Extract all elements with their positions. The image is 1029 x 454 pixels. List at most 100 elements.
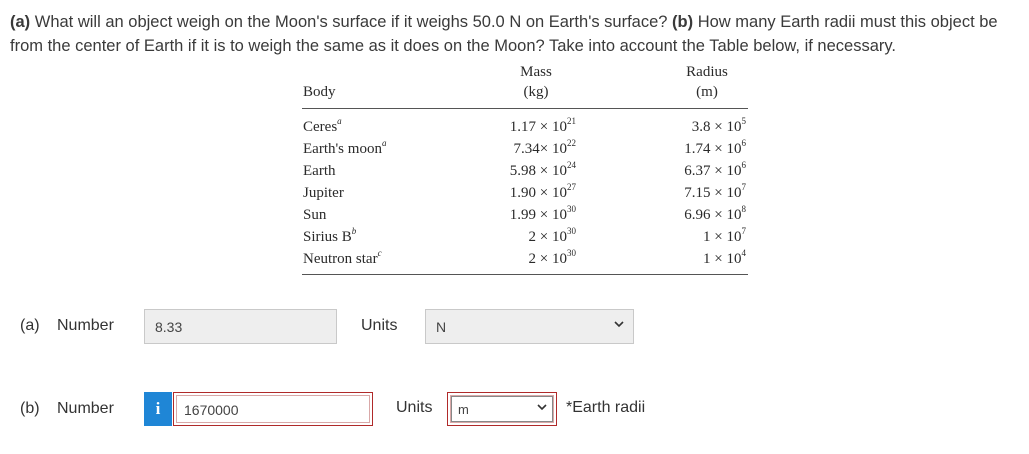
cell-radius-exp: 7: [741, 226, 747, 236]
cell-radius: 1.74 × 106: [648, 139, 746, 159]
part-b-prefix: (b): [672, 13, 694, 31]
cell-body-footnote: b: [351, 226, 357, 236]
table-row: Sirius Bb 2 × 1030 1 × 107: [302, 227, 748, 249]
cell-radius-exp: 5: [741, 116, 747, 126]
part-a-number-input[interactable]: 8.33: [144, 309, 337, 344]
cell-mass-coef: 5.98 × 10: [509, 163, 567, 179]
header-radius-unit: (m): [696, 84, 718, 100]
cell-radius-exp: 8: [741, 204, 747, 214]
cell-body-footnote: a: [381, 138, 387, 148]
cell-radius-coef: 6.37 × 10: [684, 163, 742, 179]
cell-mass-coef: 7.34× 10: [513, 141, 567, 157]
part-a-number-value: 8.33: [155, 319, 183, 335]
cell-body-name: Neutron star: [303, 251, 378, 267]
cell-mass-exp: 24: [567, 160, 576, 170]
table-bottom-rule: [302, 274, 748, 275]
part-a-units-label: Units: [361, 317, 398, 334]
cell-mass-coef: 1.17 × 10: [509, 119, 567, 135]
cell-body: Sirius Bb: [303, 227, 356, 247]
part-a-question: What will an object weigh on the Moon's …: [30, 13, 673, 31]
info-icon[interactable]: i: [144, 392, 172, 426]
cell-radius-exp: 4: [741, 248, 747, 258]
part-b-number-label: Number: [57, 400, 114, 417]
cell-radius: 1 × 107: [648, 227, 746, 247]
part-b-label: (b): [20, 400, 40, 417]
cell-radius: 6.96 × 108: [648, 205, 746, 225]
cell-mass-exp: 30: [567, 226, 576, 236]
cell-body: Earth: [303, 161, 335, 181]
cell-body: Sun: [303, 205, 326, 225]
header-body: Body: [303, 84, 336, 100]
header-radius: Radius (m): [662, 62, 752, 102]
part-b-units-select[interactable]: m: [447, 392, 557, 426]
cell-mass-coef: 2 × 10: [528, 251, 567, 267]
cell-body: Jupiter: [303, 183, 344, 203]
part-a-units-select[interactable]: N: [425, 309, 634, 344]
cell-mass: 2 × 1030: [480, 249, 576, 269]
cell-radius-exp: 6: [741, 160, 747, 170]
header-mass: Mass (kg): [492, 62, 580, 102]
cell-body: Ceresa: [303, 117, 342, 137]
header-radius-title: Radius: [686, 64, 728, 80]
cell-body-footnote: a: [337, 116, 342, 126]
cell-radius-coef: 1 × 10: [703, 251, 742, 267]
cell-body-name: Jupiter: [303, 185, 344, 201]
cell-mass: 2 × 1030: [480, 227, 576, 247]
cell-radius: 6.37 × 106: [648, 161, 746, 181]
cell-body: Earth's moona: [303, 139, 386, 159]
cell-body: Neutron starc: [303, 249, 382, 269]
cell-mass-coef: 1.90 × 10: [509, 185, 567, 201]
header-mass-unit: (kg): [523, 84, 549, 100]
cell-radius: 1 × 104: [648, 249, 746, 269]
cell-mass: 1.99 × 1030: [480, 205, 576, 225]
part-a-label: (a): [20, 317, 40, 334]
part-b-number-value: 1670000: [184, 402, 239, 418]
cell-mass: 1.90 × 1027: [480, 183, 576, 203]
cell-mass: 5.98 × 1024: [480, 161, 576, 181]
question-text: (a) What will an object weigh on the Moo…: [10, 10, 1015, 58]
part-a-number-label: Number: [57, 317, 114, 334]
cell-mass-exp: 21: [567, 116, 576, 126]
cell-mass: 7.34× 1022: [480, 139, 576, 159]
cell-radius-coef: 6.96 × 10: [684, 207, 742, 223]
cell-radius: 3.8 × 105: [648, 117, 746, 137]
cell-mass: 1.17 × 1021: [480, 117, 576, 137]
cell-mass-coef: 2 × 10: [528, 229, 567, 245]
cell-mass-exp: 27: [567, 182, 576, 192]
cell-mass-exp: 30: [567, 248, 576, 258]
cell-body-footnote: c: [377, 248, 382, 258]
chevron-down-icon: [614, 321, 624, 328]
part-b-number-input[interactable]: 1670000: [173, 392, 373, 426]
body-data-table: Body Mass (kg) Radius (m) Ceresa 1.17 × 1…: [302, 62, 748, 278]
cell-mass-exp: 30: [567, 204, 576, 214]
cell-body-name: Sirius B: [303, 229, 352, 245]
cell-radius-coef: 7.15 × 10: [684, 185, 742, 201]
cell-body-name: Sun: [303, 207, 327, 223]
earth-radii-note: *Earth radii: [566, 399, 646, 416]
cell-mass-coef: 1.99 × 10: [509, 207, 567, 223]
part-a-prefix: (a): [10, 13, 31, 31]
part-b-units-value: m: [458, 402, 469, 417]
table-row: Earth's moona 7.34× 1022 1.74 × 106: [302, 139, 748, 161]
cell-radius: 7.15 × 107: [648, 183, 746, 203]
table-row: Jupiter 1.90 × 1027 7.15 × 107: [302, 183, 748, 205]
part-b-units-label: Units: [396, 399, 433, 416]
table-top-rule: [302, 108, 748, 109]
cell-radius-coef: 1 × 10: [703, 229, 742, 245]
part-a-units-value: N: [436, 319, 447, 335]
cell-body-name: Ceres: [303, 119, 338, 135]
cell-radius-exp: 7: [741, 182, 747, 192]
cell-radius-exp: 6: [741, 138, 747, 148]
table-rows: Ceresa 1.17 × 1021 3.8 × 105 Earth's moona 7…: [302, 117, 748, 271]
table-row: Neutron starc 2 × 1030 1 × 104: [302, 249, 748, 271]
cell-body-name: Earth: [303, 163, 336, 179]
table-row: Sun 1.99 × 1030 6.96 × 108: [302, 205, 748, 227]
cell-mass-exp: 22: [567, 138, 576, 148]
chevron-down-icon: [537, 404, 547, 411]
table-row: Ceresa 1.17 × 1021 3.8 × 105: [302, 117, 748, 139]
header-mass-title: Mass: [520, 64, 552, 80]
cell-radius-coef: 3.8 × 10: [691, 119, 742, 135]
cell-body-name: Earth's moon: [303, 141, 382, 157]
table-row: Earth 5.98 × 1024 6.37 × 106: [302, 161, 748, 183]
cell-radius-coef: 1.74 × 10: [684, 141, 742, 157]
